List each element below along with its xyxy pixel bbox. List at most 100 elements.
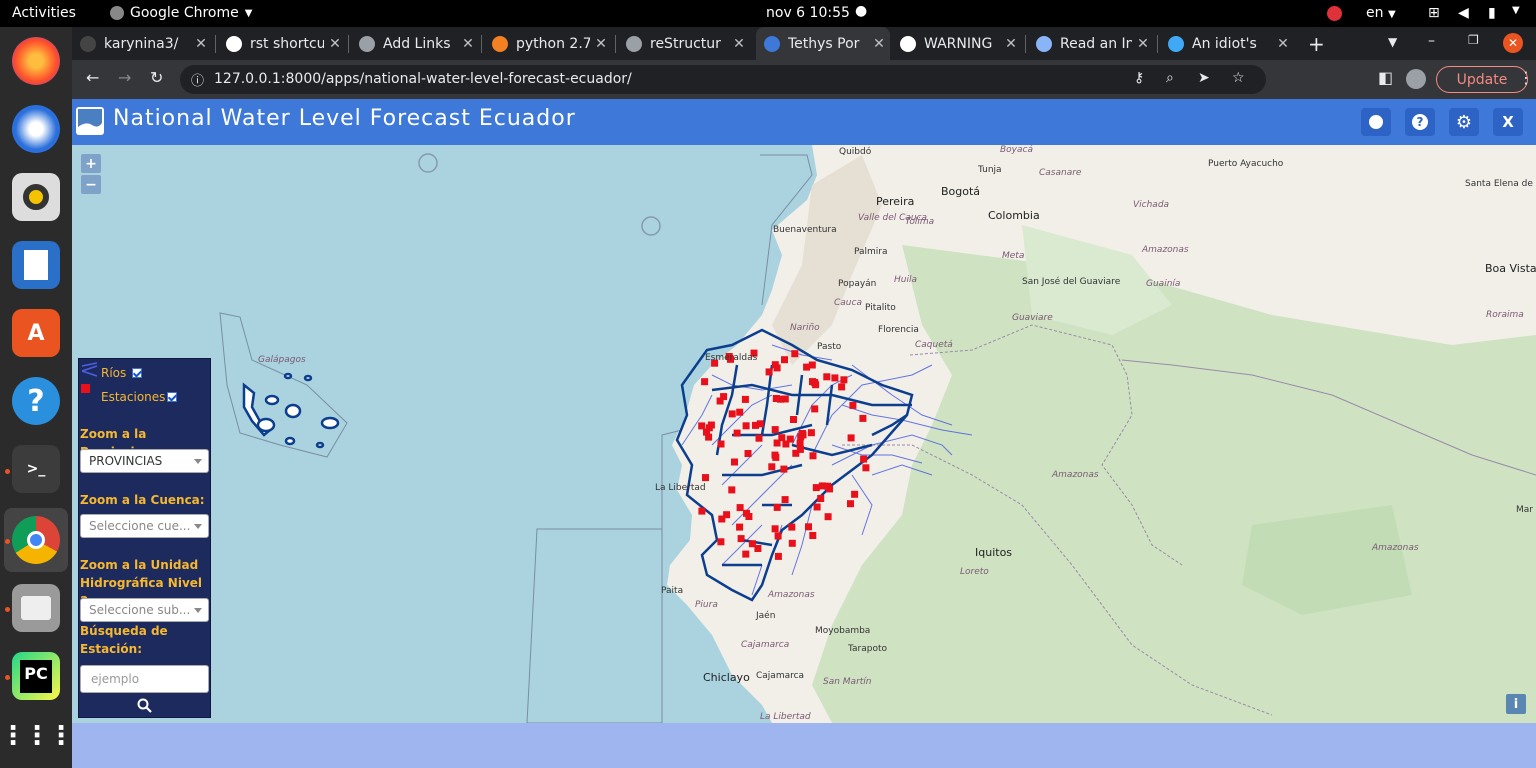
station-marker[interactable] (796, 445, 804, 453)
station-marker[interactable] (743, 509, 750, 517)
station-marker[interactable] (720, 393, 728, 401)
site-info-icon[interactable]: ⓘ (191, 70, 204, 89)
station-marker[interactable] (774, 532, 782, 540)
station-marker[interactable] (823, 373, 831, 381)
zoom-icon[interactable]: ⌕ (1166, 70, 1174, 86)
station-marker[interactable] (812, 381, 820, 389)
station-marker[interactable] (752, 421, 759, 429)
tab-close-icon[interactable]: ✕ (457, 36, 479, 52)
map-view[interactable]: + − Quibdó Bogotá Colombia Pereira Tunja Casa… (72, 145, 1536, 723)
station-marker[interactable] (781, 356, 788, 364)
station-marker[interactable] (731, 458, 738, 466)
station-marker[interactable] (780, 465, 788, 473)
station-marker[interactable] (773, 503, 781, 511)
back-arrow-icon[interactable]: ← (86, 68, 99, 87)
activities-button[interactable]: Activities (12, 5, 76, 21)
station-marker[interactable] (771, 426, 779, 434)
maximize-window-button[interactable]: ❐ (1468, 33, 1479, 47)
attribution-button[interactable]: i (1506, 694, 1526, 714)
browser-tab[interactable]: Tethys Por ✕ (756, 27, 890, 60)
close-app-button[interactable]: X (1493, 108, 1523, 136)
station-marker[interactable] (849, 401, 857, 409)
station-marker[interactable] (718, 515, 726, 523)
station-marker[interactable] (698, 422, 706, 430)
software-center-icon[interactable]: A (12, 309, 60, 357)
tab-close-icon[interactable]: ✕ (868, 36, 890, 52)
station-marker[interactable] (778, 434, 786, 442)
browser-tab[interactable]: Add Links ✕ (351, 27, 479, 60)
battery-icon[interactable]: ▮ (1488, 5, 1496, 21)
station-marker[interactable] (818, 482, 826, 490)
station-marker[interactable] (838, 383, 846, 391)
station-marker[interactable] (736, 408, 744, 416)
help-icon[interactable]: ? (12, 377, 60, 425)
station-marker[interactable] (807, 429, 815, 437)
forward-arrow-icon[interactable]: → (118, 68, 131, 87)
station-marker[interactable] (741, 395, 749, 403)
browser-tab[interactable]: rst shortcu ✕ (218, 27, 346, 60)
station-marker[interactable] (813, 503, 821, 511)
station-marker[interactable] (698, 507, 706, 515)
station-marker[interactable] (811, 405, 819, 413)
profile-avatar-icon[interactable] (1406, 69, 1426, 89)
station-marker[interactable] (748, 540, 756, 548)
new-tab-button[interactable]: + (1308, 32, 1325, 56)
browser-tab[interactable]: WARNING ✕ (892, 27, 1022, 60)
station-marker[interactable] (862, 464, 870, 472)
stations-checkbox[interactable] (167, 392, 177, 402)
tab-close-icon[interactable]: ✕ (1272, 36, 1294, 52)
station-marker[interactable] (736, 523, 744, 531)
show-apps-grid-icon[interactable]: ⋮⋮⋮ (0, 712, 74, 760)
browser-tab[interactable]: karynina3/ ✕ (72, 27, 212, 60)
station-marker[interactable] (771, 525, 779, 533)
volume-icon[interactable]: ◀ (1458, 5, 1469, 21)
station-marker[interactable] (809, 532, 817, 539)
station-marker[interactable] (851, 490, 859, 498)
side-panel-icon[interactable]: ◧ (1378, 68, 1393, 87)
tab-close-icon[interactable]: ✕ (728, 36, 750, 52)
app-menu[interactable]: Google Chrome ▼ (110, 5, 252, 21)
clock[interactable]: nov 6 10:55 (766, 5, 850, 21)
station-marker[interactable] (796, 439, 804, 447)
station-marker[interactable] (788, 539, 796, 547)
station-marker[interactable] (824, 513, 832, 521)
close-window-button[interactable]: ✕ (1503, 33, 1523, 53)
station-marker[interactable] (744, 450, 752, 457)
thunderbird-icon[interactable] (12, 105, 60, 153)
station-marker[interactable] (771, 451, 779, 459)
help-button[interactable]: ? (1405, 108, 1435, 136)
reload-icon[interactable]: ↻ (150, 68, 163, 87)
unit-select[interactable]: Seleccione sub... (80, 598, 209, 622)
station-marker[interactable] (765, 368, 773, 376)
station-marker[interactable] (728, 410, 736, 418)
update-button[interactable]: Update (1436, 66, 1528, 93)
do-not-disturb-icon[interactable] (1327, 6, 1342, 21)
basin-select[interactable]: Seleccione cue... (80, 514, 209, 538)
station-marker[interactable] (717, 440, 725, 448)
key-icon[interactable]: ⚷ (1134, 70, 1144, 86)
pycharm-icon[interactable]: PC (12, 652, 60, 700)
firefox-icon[interactable] (12, 37, 60, 85)
browser-tab[interactable]: reStructur ✕ (618, 27, 750, 60)
station-marker[interactable] (803, 363, 811, 371)
station-marker[interactable] (717, 538, 725, 546)
tab-close-icon[interactable]: ✕ (324, 36, 346, 52)
send-icon[interactable]: ➤ (1198, 70, 1210, 86)
address-bar[interactable]: ⓘ 127.0.0.1:8000/apps/national-water-lev… (180, 65, 1266, 94)
station-marker[interactable] (771, 361, 779, 369)
language-indicator[interactable]: en ▼ (1366, 5, 1396, 21)
rivers-checkbox[interactable] (132, 368, 142, 378)
station-marker[interactable] (840, 376, 848, 384)
station-marker[interactable] (812, 484, 820, 492)
station-marker[interactable] (817, 495, 825, 502)
minimize-window-button[interactable]: – (1428, 33, 1435, 49)
terminal-icon[interactable]: >_ (12, 445, 60, 493)
station-marker[interactable] (790, 416, 797, 423)
tab-close-icon[interactable]: ✕ (1000, 36, 1022, 52)
province-select[interactable]: PROVINCIAS (80, 449, 209, 473)
zoom-out-button[interactable]: − (81, 175, 101, 194)
station-marker[interactable] (831, 374, 839, 382)
tab-close-icon[interactable]: ✕ (590, 36, 612, 52)
station-marker[interactable] (847, 500, 854, 508)
tab-close-icon[interactable]: ✕ (190, 36, 212, 52)
